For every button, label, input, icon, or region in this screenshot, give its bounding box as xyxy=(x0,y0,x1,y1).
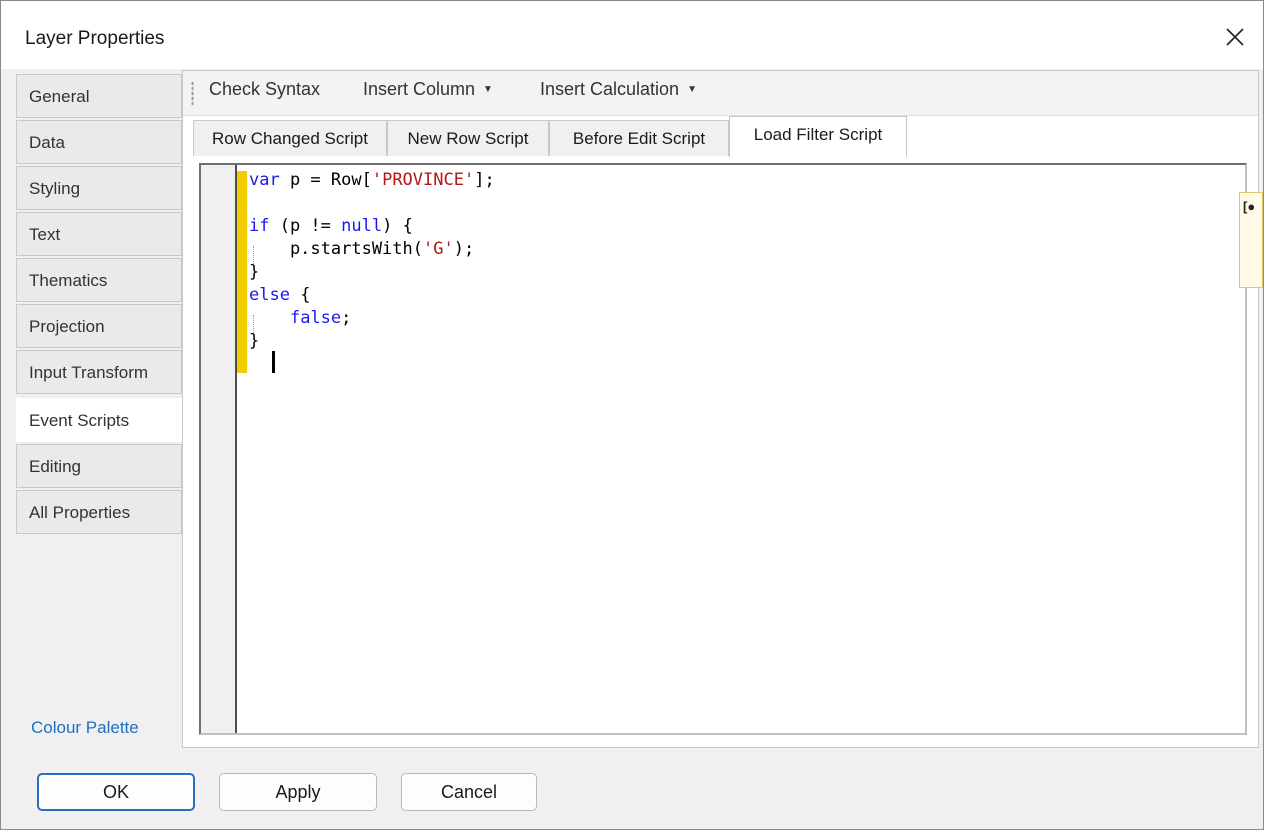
cancel-button[interactable]: Cancel xyxy=(401,773,537,811)
chevron-down-icon: ▼ xyxy=(687,84,697,95)
nav-item-styling[interactable]: Styling xyxy=(16,166,182,210)
tab-new-row-script[interactable]: New Row Script xyxy=(387,120,549,156)
event-scripts-panel: Check Syntax Insert Column ▼ Insert Calcu… xyxy=(182,70,1263,748)
script-toolbar: Check Syntax Insert Column ▼ Insert Calcu… xyxy=(183,71,1258,116)
property-nav: General Data Styling Text Thematics Proj… xyxy=(16,70,184,748)
code-line-6: else { xyxy=(249,285,311,305)
text-cursor xyxy=(272,351,275,373)
change-indicator-bar xyxy=(237,171,247,373)
layer-properties-dialog: Layer Properties General Data Styling Te… xyxy=(0,0,1264,830)
nav-item-thematics[interactable]: Thematics xyxy=(16,258,182,302)
code-line-1: var p = Row['PROVINCE']; xyxy=(249,170,495,190)
tab-row-changed-script[interactable]: Row Changed Script xyxy=(193,120,387,156)
tab-load-filter-script[interactable]: Load Filter Script xyxy=(729,116,907,157)
nav-item-editing[interactable]: Editing xyxy=(16,444,182,488)
nav-item-event-scripts[interactable]: Event Scripts xyxy=(16,398,184,442)
nav-item-data[interactable]: Data xyxy=(16,120,182,164)
colour-palette-link[interactable]: Colour Palette xyxy=(31,718,139,738)
code-line-5: } xyxy=(249,262,260,282)
apply-button[interactable]: Apply xyxy=(219,773,377,811)
insert-column-label: Insert Column xyxy=(363,79,476,99)
nav-item-text[interactable]: Text xyxy=(16,212,182,256)
code-line-7: false; xyxy=(289,308,352,328)
editor-gutter xyxy=(201,165,237,733)
code-line-8: } xyxy=(249,331,270,351)
insert-calculation-button[interactable]: Insert Calculation ▼ xyxy=(540,79,697,100)
tab-before-edit-script[interactable]: Before Edit Script xyxy=(549,120,729,156)
code-text[interactable]: var p = Row['PROVINCE']; if (p != null) … xyxy=(249,169,495,353)
nav-item-general[interactable]: General xyxy=(16,74,182,118)
insert-calculation-label: Insert Calculation xyxy=(540,79,680,99)
insert-column-button[interactable]: Insert Column ▼ xyxy=(363,79,493,100)
title-bar: Layer Properties xyxy=(1,1,1263,69)
side-tooltip-tab[interactable]: [● xyxy=(1239,192,1263,288)
nav-item-projection[interactable]: Projection xyxy=(16,304,182,348)
close-icon xyxy=(1226,28,1244,46)
check-syntax-button[interactable]: Check Syntax xyxy=(209,79,320,100)
tooltip-pin-icon: [● xyxy=(1243,199,1256,214)
ok-button[interactable]: OK xyxy=(37,773,195,811)
nav-item-input-transform[interactable]: Input Transform xyxy=(16,350,182,394)
dialog-title: Layer Properties xyxy=(25,28,165,49)
nav-item-all-properties[interactable]: All Properties xyxy=(16,490,182,534)
code-line-3: if (p != null) { xyxy=(249,216,413,236)
toolbar-grip-icon[interactable] xyxy=(191,81,194,105)
close-button[interactable] xyxy=(1215,17,1255,57)
chevron-down-icon: ▼ xyxy=(483,84,493,95)
code-editor[interactable]: var p = Row['PROVINCE']; if (p != null) … xyxy=(199,163,1247,735)
code-line-4: p.startsWith('G'); xyxy=(249,239,475,259)
